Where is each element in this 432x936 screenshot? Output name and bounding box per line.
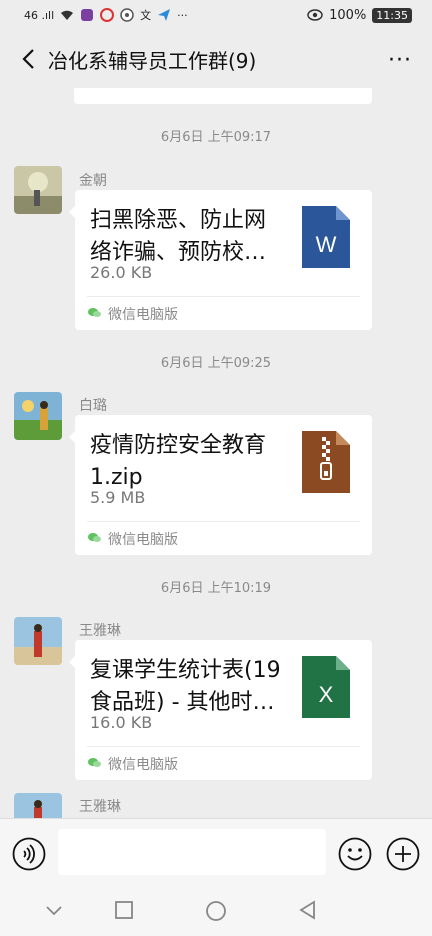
message-source: 微信电脑版 bbox=[108, 757, 178, 773]
sender-name: 王雅琳 bbox=[79, 799, 121, 815]
plus-icon[interactable] bbox=[386, 837, 420, 871]
app-icon bbox=[120, 8, 134, 22]
divider bbox=[87, 746, 360, 747]
avatar[interactable] bbox=[14, 392, 62, 440]
input-bar bbox=[0, 818, 432, 886]
text-icon: 文 bbox=[140, 8, 152, 22]
eye-icon bbox=[307, 9, 323, 21]
wechat-pc-icon bbox=[88, 308, 101, 317]
file-name: 疫情防控安全教育1.zip bbox=[90, 433, 267, 490]
back-icon[interactable] bbox=[8, 30, 48, 88]
wechat-pc-icon bbox=[88, 533, 101, 542]
avatar[interactable] bbox=[14, 793, 62, 818]
more-notifications-icon: ··· bbox=[177, 8, 188, 22]
message-source: 微信电脑版 bbox=[108, 307, 178, 323]
divider bbox=[87, 521, 360, 522]
avatar[interactable] bbox=[14, 617, 62, 665]
battery-percent: 100% bbox=[329, 7, 367, 23]
more-options-icon[interactable]: ··· bbox=[388, 48, 412, 73]
file-message[interactable]: 扫黑除恶、防止网络诈骗、预防校… 26.0 KB W 微信电脑版 bbox=[69, 190, 372, 330]
file-message[interactable]: 复课学生统计表(19食品班) - 其他时… 16.0 KB X 微信电脑版 bbox=[69, 640, 372, 780]
signal-icon: 46 .ıll bbox=[24, 8, 55, 22]
sender-name: 王雅琳 bbox=[79, 623, 121, 639]
message-list[interactable]: 6月6日 上午09:17 金朝 扫黑除恶、防止网络诈骗、预防校… 26.0 KB… bbox=[0, 88, 432, 818]
message-input[interactable] bbox=[58, 829, 326, 875]
chat-header: 冶化系辅导员工作群(9) ··· bbox=[0, 30, 432, 88]
battery-icon: 11:35 bbox=[372, 7, 412, 23]
sender-name: 白璐 bbox=[79, 398, 107, 414]
zip-file-icon bbox=[302, 431, 350, 493]
emoji-icon[interactable] bbox=[338, 837, 372, 871]
system-navigation bbox=[0, 886, 432, 936]
message-timestamp: 6月6日 上午09:17 bbox=[160, 130, 272, 145]
chat-title: 冶化系辅导员工作群(9) bbox=[48, 48, 257, 73]
back-nav-icon[interactable] bbox=[298, 900, 318, 920]
file-name: 扫黑除恶、防止网络诈骗、预防校… bbox=[90, 208, 267, 265]
file-type-label: W bbox=[316, 232, 337, 257]
file-type-label: X bbox=[319, 682, 334, 707]
send-icon bbox=[158, 9, 171, 21]
file-size: 16.0 KB bbox=[90, 713, 153, 732]
excel-file-icon: X bbox=[302, 656, 350, 718]
status-right: 100% 11:35 bbox=[307, 7, 412, 23]
wifi-icon bbox=[61, 10, 74, 20]
hide-keyboard-icon[interactable] bbox=[44, 900, 64, 920]
wechat-pc-icon bbox=[88, 758, 101, 767]
file-size: 26.0 KB bbox=[90, 263, 153, 282]
message-timestamp: 6月6日 上午09:25 bbox=[160, 356, 272, 371]
word-file-icon: W bbox=[302, 206, 350, 268]
file-message[interactable]: 疫情防控安全教育1.zip 5.9 MB 微信电脑版 bbox=[69, 415, 372, 555]
sender-name: 金朝 bbox=[79, 173, 107, 189]
home-icon[interactable] bbox=[205, 900, 227, 922]
file-size: 5.9 MB bbox=[90, 488, 146, 507]
file-name: 复课学生统计表(19食品班) - 其他时… bbox=[90, 658, 281, 715]
app-icon bbox=[100, 8, 115, 22]
notification-icon bbox=[81, 9, 94, 21]
message-source: 微信电脑版 bbox=[108, 532, 178, 548]
avatar[interactable] bbox=[14, 166, 62, 214]
message-bubble-partial[interactable] bbox=[74, 88, 372, 104]
voice-icon[interactable] bbox=[12, 837, 46, 871]
status-bar: 46 .ıll 文 ··· 100% 11:35 bbox=[0, 0, 432, 30]
divider bbox=[87, 296, 360, 297]
recents-icon[interactable] bbox=[114, 900, 134, 920]
status-left: 46 .ıll 文 ··· bbox=[24, 8, 188, 22]
message-timestamp: 6月6日 上午10:19 bbox=[160, 581, 272, 596]
